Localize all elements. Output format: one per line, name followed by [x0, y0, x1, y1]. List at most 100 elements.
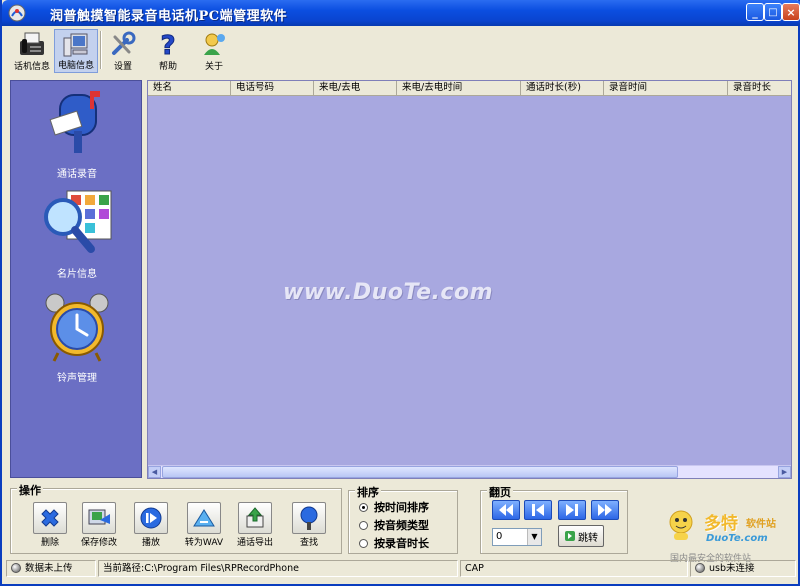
jump-icon	[565, 531, 575, 541]
first-page-icon	[499, 504, 513, 516]
close-button[interactable]: ×	[782, 3, 800, 21]
convert-wav-icon	[193, 509, 215, 527]
minimize-button[interactable]: _	[746, 3, 764, 21]
scroll-thumb[interactable]	[162, 466, 678, 478]
jump-label: 跳转	[578, 532, 598, 544]
status-usb: usb未连接	[690, 560, 796, 577]
about-icon	[204, 33, 225, 55]
toolbar-item-about[interactable]: 关于	[194, 29, 234, 73]
computer-icon	[63, 33, 88, 57]
list-header: 姓名 电话号码 来电/去电 来电/去电时间 通话时长(秒) 录音时间 录音时长	[148, 81, 791, 96]
sidebar: 通话录音 名片信息 铃声管理	[10, 80, 142, 478]
chevron-down-icon[interactable]: ▼	[527, 529, 541, 545]
column-header-record-time[interactable]: 录音时间	[604, 81, 728, 96]
save-icon	[88, 509, 110, 525]
first-page-button[interactable]	[492, 500, 520, 520]
prev-page-button[interactable]	[524, 500, 552, 520]
radio-selected-icon	[359, 503, 368, 512]
radio-icon	[359, 521, 368, 530]
mailbox-icon	[49, 91, 100, 153]
fax-phone-icon	[20, 32, 44, 55]
toolbar-label: 关于	[204, 62, 223, 72]
button-label: 转为WAV	[184, 538, 224, 548]
site-logo: 多特 软件站 DuoTe.com 国内最安全的软件站	[652, 505, 797, 564]
status-usb-text: usb未连接	[709, 563, 755, 574]
sort-by-time-radio[interactable]: 按时间排序	[359, 499, 429, 515]
play-icon	[140, 507, 162, 529]
tools-icon	[112, 31, 136, 55]
column-header-direction[interactable]: 来电/去电	[314, 81, 397, 96]
window-title: 润普触摸智能录音电话机PC端管理软件	[50, 9, 288, 24]
toolbar-label: 电脑信息	[57, 61, 94, 71]
logo-site: DuoTe.com	[706, 533, 768, 544]
scroll-right-button[interactable]: ▶	[778, 466, 791, 478]
sidebar-item-ringtones[interactable]: 铃声管理	[11, 291, 143, 384]
svg-text:?: ?	[160, 31, 175, 58]
minimize-icon: _	[752, 5, 758, 19]
radio-label: 按音频类型	[374, 519, 429, 532]
save-changes-button[interactable]: 保存修改	[80, 502, 118, 548]
horizontal-scrollbar[interactable]: ◀ ▶	[148, 465, 791, 478]
delete-icon	[41, 509, 59, 527]
last-page-icon	[598, 504, 612, 516]
status-led-icon	[11, 563, 21, 573]
export-calls-button[interactable]: 通话导出	[236, 502, 274, 548]
convert-wav-button[interactable]: 转为WAV	[185, 502, 223, 548]
button-label: 通话导出	[236, 538, 273, 548]
logo-text: 多特	[704, 514, 738, 534]
column-header-name[interactable]: 姓名	[148, 81, 231, 96]
toolbar-item-pc-info[interactable]: 电脑信息	[54, 29, 98, 73]
close-icon: ×	[786, 5, 796, 19]
logo-suffix: 软件站	[746, 519, 776, 530]
radio-icon	[359, 539, 368, 548]
sort-by-audio-type-radio[interactable]: 按音频类型	[359, 517, 429, 533]
play-button[interactable]: 播放	[132, 502, 170, 548]
maximize-icon: □	[768, 6, 778, 18]
button-label: 播放	[141, 538, 160, 548]
title-bar[interactable]: 润普触摸智能录音电话机PC端管理软件 _ □ ×	[2, 0, 800, 26]
status-led-icon	[695, 563, 705, 573]
sidebar-item-call-recording[interactable]: 通话录音	[11, 87, 143, 180]
column-header-phone[interactable]: 电话号码	[231, 81, 314, 96]
button-label: 删除	[40, 538, 59, 548]
delete-button[interactable]: 删除	[31, 502, 69, 548]
toolbar-label: 话机信息	[13, 62, 50, 72]
find-button[interactable]: 查找	[290, 502, 328, 548]
last-page-button[interactable]	[591, 500, 619, 520]
status-cap: CAP	[460, 560, 688, 577]
column-header-duration[interactable]: 通话时长(秒)	[521, 81, 604, 96]
sidebar-item-business-cards[interactable]: 名片信息	[11, 189, 143, 281]
sort-by-duration-radio[interactable]: 按录音时长	[359, 535, 429, 551]
help-icon: ?	[160, 31, 176, 62]
page-number-select[interactable]: 0 ▼	[492, 528, 542, 546]
next-page-icon	[566, 504, 578, 516]
group-title: 操作	[17, 482, 43, 498]
status-bar: 数据未上传 当前路径:C:\Program Files\RPRecordPhon…	[6, 560, 796, 578]
next-page-button[interactable]	[558, 500, 586, 520]
toolbar-item-help[interactable]: ? 帮助	[148, 29, 188, 73]
button-label: 保存修改	[80, 538, 117, 548]
radio-label: 按时间排序	[374, 501, 429, 514]
app-icon	[8, 4, 26, 22]
button-label: 查找	[299, 538, 318, 548]
group-title: 翻页	[487, 484, 513, 500]
sidebar-item-label: 铃声管理	[57, 373, 97, 384]
maximize-button[interactable]: □	[764, 3, 782, 21]
main-window: 润普触摸智能录音电话机PC端管理软件 _ □ × 话机信息 电脑信息 设置 ? …	[0, 0, 800, 586]
sidebar-item-label: 通话录音	[57, 169, 97, 180]
scroll-left-button[interactable]: ◀	[148, 466, 161, 478]
alarm-clock-icon	[45, 293, 109, 362]
column-header-record-length[interactable]: 录音时长	[728, 81, 791, 96]
column-header-call-time[interactable]: 来电/去电时间	[397, 81, 521, 96]
export-icon	[246, 507, 264, 528]
status-path: 当前路径:C:\Program Files\RPRecordPhone	[98, 560, 458, 577]
radio-label: 按录音时长	[374, 537, 429, 550]
toolbar-item-phone-info[interactable]: 话机信息	[10, 29, 54, 73]
toolbar-label: 设置	[113, 62, 132, 72]
status-upload-text: 数据未上传	[25, 563, 73, 574]
status-upload: 数据未上传	[6, 560, 96, 577]
find-icon	[300, 506, 318, 530]
jump-button[interactable]: 跳转	[558, 525, 604, 547]
toolbar-item-settings[interactable]: 设置	[103, 29, 143, 73]
page-number-value: 0	[496, 531, 503, 542]
